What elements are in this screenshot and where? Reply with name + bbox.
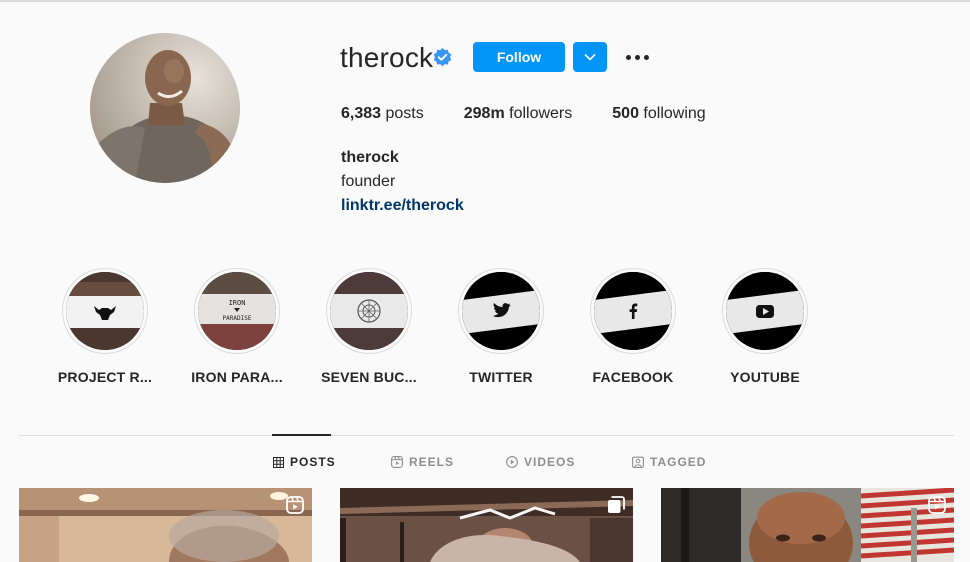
seven-bucks-logo-icon (330, 272, 408, 350)
bull-logo-icon (66, 272, 144, 350)
highlight-ring (590, 268, 676, 354)
tab-tagged[interactable]: TAGGED (632, 455, 706, 469)
profile-username: therock (340, 42, 434, 73)
youtube-icon (726, 272, 804, 350)
highlight-label: IRON PARA... (191, 369, 283, 385)
following-count: 500 (612, 105, 639, 122)
profile-avatar[interactable] (90, 33, 240, 183)
tab-label: TAGGED (650, 455, 707, 469)
highlight-ring (458, 268, 544, 354)
following-label: following (643, 105, 706, 122)
highlight-ring (62, 268, 148, 354)
highlight-ring: IRON PARADISE (194, 268, 280, 354)
post-image (19, 488, 312, 562)
more-dot-icon (625, 54, 631, 60)
follow-button[interactable]: Follow (473, 42, 565, 72)
post-tile[interactable] (661, 488, 954, 562)
grid-icon (273, 456, 284, 468)
post-image (661, 488, 954, 562)
tab-posts[interactable]: POSTS (273, 455, 336, 469)
iron-paradise-logo-icon: IRON PARADISE (198, 272, 276, 350)
play-icon (506, 456, 518, 468)
chevron-down-icon (584, 53, 596, 61)
tabs-divider (19, 435, 954, 436)
highlight-label: TWITTER (469, 369, 533, 385)
highlight-label: PROJECT R... (57, 369, 153, 385)
iron-text: IRON (229, 299, 246, 307)
more-dot-icon (643, 54, 649, 60)
suggestions-dropdown-button[interactable] (573, 42, 607, 72)
highlight-youtube[interactable]: YOUTUBE (699, 268, 831, 385)
post-tile[interactable] (19, 488, 312, 562)
highlight-label: SEVEN BUC... (321, 369, 417, 385)
more-dot-icon (634, 54, 640, 60)
tab-reels[interactable]: REELS (391, 455, 454, 469)
followers-count: 298m (463, 105, 505, 122)
reel-icon (286, 496, 304, 514)
posts-label: posts (385, 105, 424, 122)
top-border (0, 0, 970, 2)
profile-bio: founder (341, 173, 396, 190)
profile-full-name: therock (341, 149, 399, 166)
post-tile[interactable] (340, 488, 633, 562)
highlight-project-rock[interactable]: PROJECT R... (39, 268, 171, 385)
tab-label: REELS (409, 455, 455, 469)
facebook-icon (594, 272, 672, 350)
tab-label: POSTS (290, 455, 336, 469)
more-options-button[interactable] (623, 44, 651, 70)
active-tab-indicator (272, 434, 331, 436)
posts-count: 6,383 (341, 105, 382, 122)
highlight-iron-paradise[interactable]: IRON PARADISE IRON PARA... (171, 268, 303, 385)
twitter-icon (462, 272, 540, 350)
profile-link[interactable]: linktr.ee/therock (341, 197, 464, 215)
tagged-icon (632, 456, 644, 468)
following-stat[interactable]: 500 following (612, 105, 705, 123)
followers-stat[interactable]: 298m followers (464, 105, 573, 123)
highlight-label: FACEBOOK (592, 369, 674, 385)
followers-label: followers (509, 105, 573, 122)
highlight-ring (326, 268, 412, 354)
multiple-icon (608, 496, 625, 513)
reel-icon (928, 496, 946, 514)
highlight-label: YOUTUBE (730, 369, 800, 385)
tab-label: VIDEOS (524, 455, 576, 469)
highlight-facebook[interactable]: FACEBOOK (567, 268, 699, 385)
tab-videos[interactable]: VIDEOS (506, 455, 575, 469)
posts-stat: 6,383 posts (341, 105, 424, 123)
highlight-twitter[interactable]: TWITTER (435, 268, 567, 385)
highlight-ring (722, 268, 808, 354)
profile-stats: 6,383 posts 298m followers 500 following (341, 105, 746, 123)
reels-icon (391, 456, 403, 468)
paradise-text: PARADISE (223, 315, 252, 322)
highlight-seven-bucks[interactable]: SEVEN BUC... (303, 268, 435, 385)
verified-badge-icon (433, 48, 452, 67)
post-image (340, 488, 633, 562)
